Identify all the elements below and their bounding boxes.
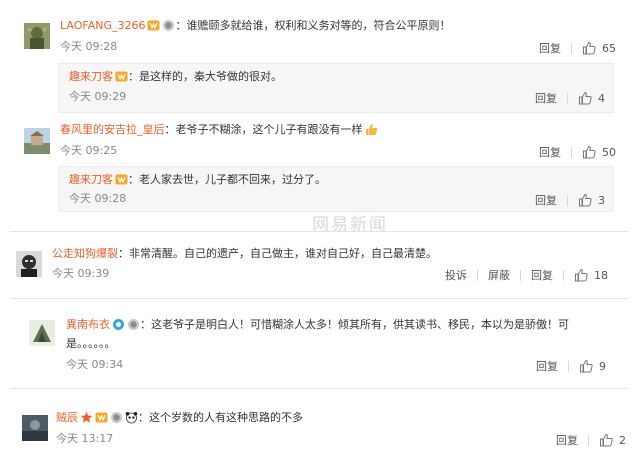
like-button[interactable]: 65 bbox=[582, 41, 616, 55]
thumbs-up-icon bbox=[578, 91, 592, 105]
comment-text: ：非常清醒。自己的遗产，自己做主，谁对自己好，自己最清楚。 bbox=[118, 247, 437, 260]
like-count: 65 bbox=[602, 41, 616, 55]
reply-header: 趣来刀客 ：是这样的，秦大爷做的很对。 bbox=[69, 69, 282, 85]
like-button[interactable]: 9 bbox=[579, 359, 606, 373]
divider bbox=[10, 388, 628, 389]
divider bbox=[563, 269, 564, 281]
thumbs-up-icon bbox=[599, 433, 613, 447]
divider bbox=[568, 360, 569, 372]
comment-time: 今天 09:28 bbox=[60, 40, 118, 53]
comment-header: LAOFANG_3266 ：谁赡颐多就给谁，权利和义务对等的，符合公平原则！ bbox=[60, 18, 450, 34]
reply-time: 今天 09:29 bbox=[69, 90, 127, 103]
like-button[interactable]: 4 bbox=[578, 91, 605, 105]
comment-header: 春风里的安吉拉_皇后：老爷子不糊涂，这个儿子有跟没有一样 bbox=[60, 122, 378, 138]
avatar[interactable] bbox=[24, 128, 50, 154]
comment-text: ：这老爷子是明白人！可惜糊涂人太多！倾其所有，供其读书、移民，本以为是骄傲！可 bbox=[140, 318, 569, 331]
avatar[interactable] bbox=[29, 320, 55, 346]
thumbs-up-icon bbox=[574, 268, 588, 282]
vip-badge-icon bbox=[95, 411, 108, 424]
comment-actions: 回复 50 bbox=[539, 144, 616, 160]
divider bbox=[588, 434, 589, 446]
reply-card: 趣来刀客 ：老人家去世，儿子都不回来，过分了。 今天 09:28 回复 3 bbox=[58, 166, 614, 212]
comment-header: 贼辰 ：这个岁数的人有这种思路的不多 bbox=[56, 410, 303, 426]
username[interactable]: 春风里的安吉拉_皇后 bbox=[60, 123, 165, 136]
like-count: 50 bbox=[602, 145, 616, 159]
like-button[interactable]: 2 bbox=[599, 433, 626, 447]
divider bbox=[567, 92, 568, 104]
thumbs-up-icon bbox=[582, 41, 596, 55]
reply-card: 趣来刀客 ：是这样的，秦大爷做的很对。 今天 09:29 回复 4 bbox=[58, 63, 614, 113]
username[interactable]: LAOFANG_3266 bbox=[60, 19, 145, 32]
comment-actions: 回复 9 bbox=[536, 358, 606, 374]
divider bbox=[571, 42, 572, 54]
username[interactable]: 公走知狗爆裂 bbox=[52, 247, 118, 260]
username[interactable]: 異南布衣 bbox=[66, 318, 110, 331]
like-count: 4 bbox=[598, 91, 605, 105]
username[interactable]: 贼辰 bbox=[56, 411, 78, 424]
comment-actions: 投诉 屏蔽 回复 18 bbox=[445, 267, 608, 283]
like-button[interactable]: 50 bbox=[582, 145, 616, 159]
panda-icon bbox=[125, 411, 138, 424]
comment-text: ：谁赡颐多就给谁，权利和义务对等的，符合公平原则！ bbox=[175, 19, 451, 32]
vip-badge-icon bbox=[115, 70, 128, 83]
medal-icon bbox=[110, 411, 123, 424]
reply-button[interactable]: 回复 bbox=[531, 267, 553, 283]
reply-button[interactable]: 回复 bbox=[556, 432, 578, 448]
comment-actions: 回复 65 bbox=[539, 40, 616, 56]
reply-button[interactable]: 回复 bbox=[535, 90, 557, 106]
comment-time: 今天 13:17 bbox=[56, 432, 114, 445]
reply-actions: 回复 4 bbox=[535, 90, 605, 106]
divider bbox=[520, 269, 521, 281]
medal-icon bbox=[127, 318, 140, 331]
divider bbox=[10, 298, 628, 299]
thumbs-up-icon bbox=[582, 145, 596, 159]
thumbs-up-icon bbox=[578, 193, 592, 207]
report-button[interactable]: 投诉 bbox=[445, 267, 467, 283]
divider bbox=[571, 146, 572, 158]
divider bbox=[10, 231, 628, 232]
vip-badge-icon bbox=[147, 19, 160, 32]
like-count: 18 bbox=[594, 268, 608, 282]
like-count: 3 bbox=[598, 193, 605, 207]
star-icon bbox=[80, 411, 93, 424]
comment-text-continued: 是。。。。。。 bbox=[66, 337, 116, 350]
reply-text: ：老人家去世，儿子都不回来，过分了。 bbox=[128, 173, 326, 186]
avatar[interactable] bbox=[16, 251, 42, 277]
verified-badge-icon bbox=[112, 318, 125, 331]
username[interactable]: 趣来刀客 bbox=[69, 70, 113, 83]
thumbs-up-icon bbox=[579, 359, 593, 373]
comment-text: ：这个岁数的人有这种思路的不多 bbox=[138, 411, 303, 424]
like-button[interactable]: 3 bbox=[578, 193, 605, 207]
reply-button[interactable]: 回复 bbox=[535, 192, 557, 208]
thumbs-up-emoji-icon bbox=[365, 123, 378, 136]
reply-button[interactable]: 回复 bbox=[539, 40, 561, 56]
reply-button[interactable]: 回复 bbox=[539, 144, 561, 160]
divider bbox=[567, 194, 568, 206]
block-button[interactable]: 屏蔽 bbox=[488, 267, 510, 283]
reply-header: 趣来刀客 ：老人家去世，儿子都不回来，过分了。 bbox=[69, 172, 326, 188]
reply-button[interactable]: 回复 bbox=[536, 358, 558, 374]
like-button[interactable]: 18 bbox=[574, 268, 608, 282]
medal-icon bbox=[162, 19, 175, 32]
comment-header: 異南布衣 ：这老爷子是明白人！可惜糊涂人太多！倾其所有，供其读书、移民，本以为是骄… bbox=[66, 317, 569, 333]
comment-time: 今天 09:39 bbox=[52, 267, 110, 280]
comment-time: 今天 09:34 bbox=[66, 358, 124, 371]
comment-time: 今天 09:25 bbox=[60, 144, 118, 157]
vip-badge-icon bbox=[115, 173, 128, 186]
avatar[interactable] bbox=[24, 23, 50, 49]
reply-text: ：是这样的，秦大爷做的很对。 bbox=[128, 70, 282, 83]
like-count: 9 bbox=[599, 359, 606, 373]
avatar[interactable] bbox=[22, 415, 48, 441]
comment-actions: 回复 2 bbox=[556, 432, 626, 448]
reply-actions: 回复 3 bbox=[535, 192, 605, 208]
like-count: 2 bbox=[619, 433, 626, 447]
reply-time: 今天 09:28 bbox=[69, 192, 127, 205]
username[interactable]: 趣来刀客 bbox=[69, 173, 113, 186]
comment-text: ：老爷子不糊涂，这个儿子有跟没有一样 bbox=[164, 123, 363, 136]
divider bbox=[477, 269, 478, 281]
comment-header: 公走知狗爆裂：非常清醒。自己的遗产，自己做主，谁对自己好，自己最清楚。 bbox=[52, 246, 437, 262]
